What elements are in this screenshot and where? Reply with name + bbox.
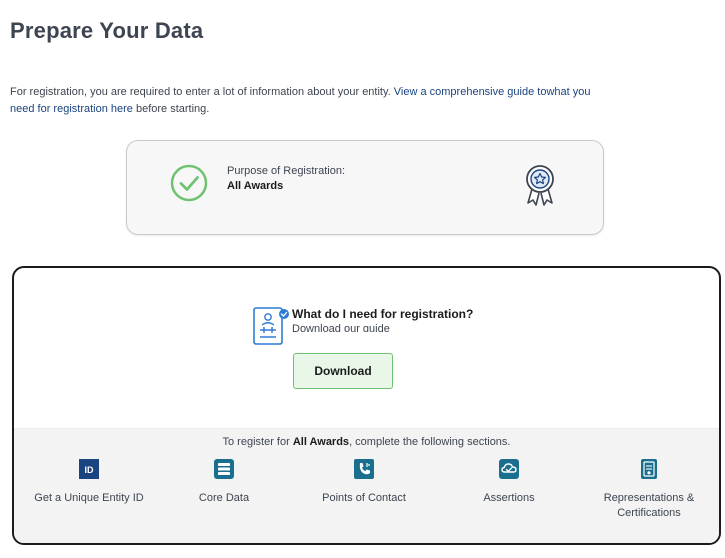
- award-ribbon-icon: [526, 165, 554, 206]
- sections-lead-prefix: To register for: [222, 436, 293, 448]
- contact-phone-icon: [354, 459, 374, 479]
- guide-header: What do I need for registration? Downloa…: [252, 304, 552, 348]
- sections-lead-suffix: , complete the following sections.: [349, 436, 511, 448]
- intro-lead: For registration, you are required to en…: [10, 86, 394, 98]
- section-step-points-of-contact[interactable]: Points of Contact: [304, 459, 424, 506]
- sections-lead-award: All Awards: [292, 436, 350, 448]
- section-step-label: Core Data: [198, 492, 250, 504]
- purpose-label: Purpose of Registration:: [227, 165, 346, 177]
- document-guide-icon: [253, 307, 289, 345]
- purpose-value: All Awards: [227, 180, 284, 192]
- intro-tail: before starting.: [132, 103, 210, 115]
- id-card-icon: ID: [79, 459, 99, 479]
- section-step-unique-entity-id[interactable]: ID Get a Unique Entity ID: [14, 459, 164, 506]
- section-step-label: Points of Contact: [322, 492, 406, 504]
- page-title: Prepare Your Data: [10, 18, 204, 43]
- section-step-assertions[interactable]: Assertions: [459, 459, 559, 506]
- section-step-representations-certifications[interactable]: Representations & Certifications: [584, 459, 714, 521]
- section-step-label: Get a Unique Entity ID: [34, 492, 144, 504]
- purpose-card: Purpose of Registration: All Awards: [126, 140, 604, 235]
- download-button[interactable]: Download: [293, 353, 393, 389]
- section-step-label: Assertions: [483, 492, 535, 504]
- assertion-cloud-icon: [499, 459, 519, 479]
- guide-subtitle: Download our guide: [292, 323, 390, 332]
- section-step-core-data[interactable]: Core Data: [174, 459, 274, 506]
- certificate-clipboard-icon: [641, 459, 657, 479]
- svg-text:ID: ID: [85, 465, 95, 475]
- sections-panel: To register for All Awards, complete the…: [14, 428, 719, 543]
- sections-lead: To register for All Awards, complete the…: [14, 436, 719, 448]
- database-list-icon: [214, 459, 234, 479]
- section-step-label: Representations & Certifications: [603, 492, 695, 519]
- guide-question: What do I need for registration?: [292, 307, 474, 321]
- intro-paragraph: For registration, you are required to en…: [10, 84, 610, 118]
- registration-guide-card: What do I need for registration? Downloa…: [12, 266, 721, 545]
- check-circle-icon: [170, 164, 208, 202]
